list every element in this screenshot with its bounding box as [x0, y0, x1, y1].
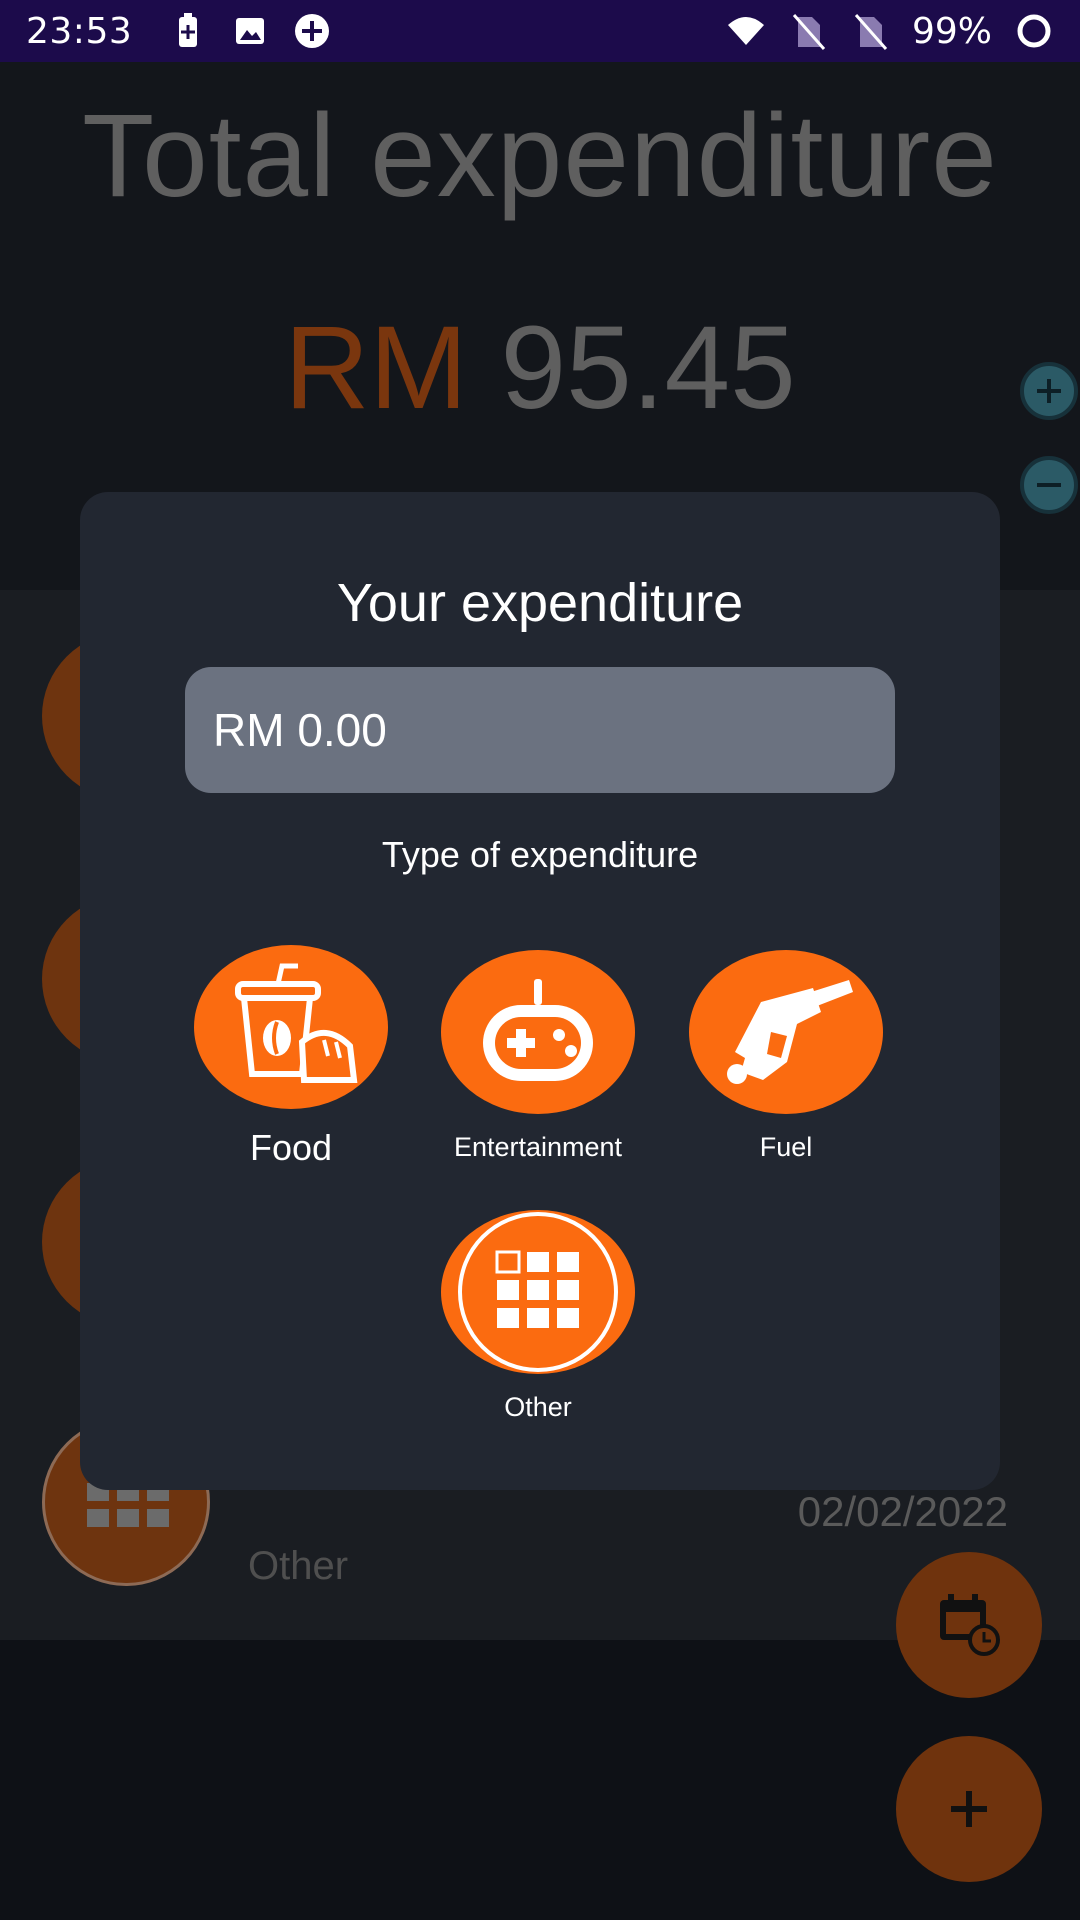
category-label: Entertainment: [453, 1132, 623, 1162]
entertainment-circle[interactable]: [441, 950, 635, 1114]
gamepad-icon: [483, 979, 593, 1081]
grid-icon: [458, 1212, 618, 1372]
add-expense-button[interactable]: [896, 1736, 1042, 1882]
app-screen: 23:53 99% Total expenditure RM 95.45 02/…: [0, 0, 1080, 1920]
food-icon: [235, 963, 358, 1083]
expenditure-dialog: Your expenditure RM 0.00 Type of expendi…: [80, 492, 1000, 1490]
battery-percent: 99%: [911, 10, 992, 52]
list-item-category: Other: [248, 1544, 349, 1588]
add-circle-icon: [295, 14, 330, 48]
status-bar: 23:53 99%: [0, 0, 1080, 62]
amount-input[interactable]: RM 0.00: [185, 667, 895, 793]
total-amount: RM 95.45: [0, 300, 1080, 436]
category-label: Other: [504, 1392, 572, 1422]
zoom-out-button[interactable]: [1020, 456, 1078, 514]
no-sim-icon: [792, 14, 826, 50]
total-currency: RM: [284, 302, 468, 434]
calendar-clock-icon: [940, 1594, 1000, 1656]
plus-icon: [1037, 379, 1061, 403]
total-value: 95.45: [500, 302, 796, 434]
calendar-history-button[interactable]: [896, 1552, 1042, 1698]
fuel-nozzle-icon: [727, 980, 853, 1084]
no-sim-icon: [854, 14, 888, 50]
food-circle[interactable]: [194, 945, 388, 1109]
list-item-date: 02/02/2022: [797, 1488, 1008, 1535]
category-entertainment[interactable]: Entertainment: [438, 950, 638, 1163]
wifi-icon: [727, 17, 764, 45]
battery-saver-icon: [179, 13, 198, 47]
category-fuel[interactable]: Fuel: [686, 950, 886, 1163]
category-label: Food: [249, 1127, 333, 1168]
status-time: 23:53: [26, 10, 133, 52]
other-circle[interactable]: [441, 1210, 635, 1374]
category-food[interactable]: Food: [191, 945, 391, 1169]
category-other[interactable]: Other: [438, 1210, 638, 1423]
image-icon: [236, 18, 265, 44]
fuel-circle[interactable]: [689, 950, 883, 1114]
minus-icon: [1037, 483, 1061, 487]
plus-icon: [951, 1791, 987, 1827]
dialog-title: Your expenditure: [336, 573, 744, 633]
type-label: Type of expenditure: [381, 834, 699, 875]
page-title: Total expenditure: [82, 90, 998, 222]
battery-ring-icon: [1017, 14, 1051, 48]
category-label: Fuel: [759, 1132, 813, 1162]
zoom-in-button[interactable]: [1020, 362, 1078, 420]
amount-value: RM 0.00: [213, 704, 387, 756]
